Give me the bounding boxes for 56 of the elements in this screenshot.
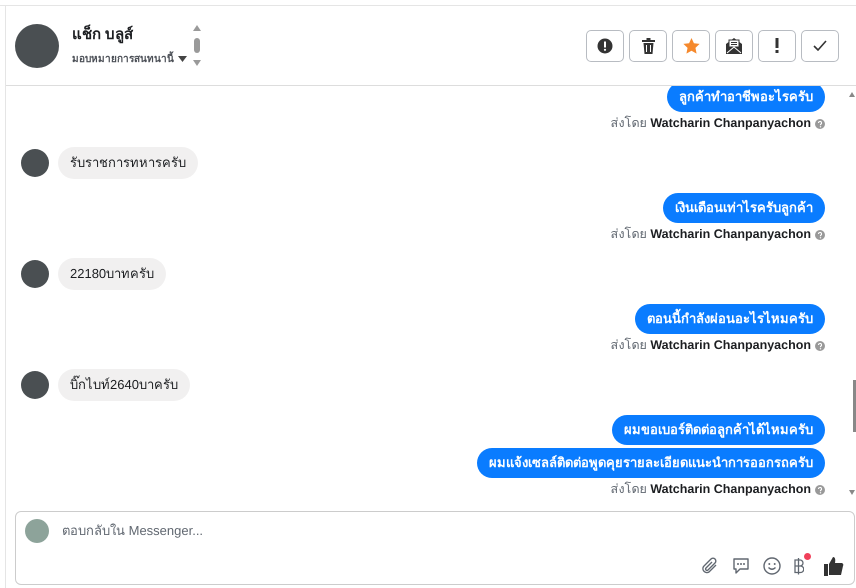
help-icon (815, 118, 825, 128)
emoji-button[interactable] (763, 557, 781, 575)
page-avatar (25, 519, 49, 543)
contact-name: แช็ก บลูส์ (72, 24, 134, 44)
contact-avatar (21, 149, 49, 177)
sender-attribution-label: ส่งโดย (610, 115, 646, 132)
sent-message: ลูกค้าทำอาชีพอะไรครับ (667, 86, 825, 112)
scrollbar-thumb[interactable] (853, 380, 856, 432)
important-button[interactable] (758, 30, 796, 62)
exclamation-icon (775, 38, 779, 53)
reply-input[interactable]: ตอบกลับใน Messenger... (62, 521, 662, 540)
sent-message: ตอนนี้กำลังผ่อนอะไรไหมครับ (635, 304, 825, 334)
received-message: 22180บาทครับ (58, 258, 166, 290)
sender-attribution-label: ส่งโดย (610, 226, 646, 243)
checkmark-icon (813, 40, 827, 51)
sent-message: ผมขอเบอร์ติดต่อลูกค้าได้ไหมครับ (612, 415, 825, 445)
baht-sign-icon (794, 557, 804, 575)
saved-reply-button[interactable] (732, 557, 750, 575)
star-button[interactable] (672, 30, 710, 62)
paperclip-icon (701, 557, 719, 575)
caret-icon (178, 56, 187, 62)
scroll-up-icon[interactable] (849, 92, 855, 97)
sent-message: ผมแจ้งเซลล์ติดต่อพูดคุยรายละเอียดแนะนำการออกรถครับ (477, 448, 825, 478)
received-message: รับราชการทหารครับ (58, 147, 198, 179)
help-icon (815, 484, 825, 494)
sender-name: Watcharin Chanpanyachon (650, 481, 811, 498)
star-icon (682, 38, 700, 54)
attach-button[interactable] (701, 557, 719, 575)
assign-dropdown[interactable]: มอบหมายการสนทนานี้ (72, 52, 187, 66)
scroll-down-icon[interactable] (849, 490, 855, 495)
trash-button[interactable] (629, 30, 667, 62)
alert-button[interactable] (586, 30, 624, 62)
sender-attribution-label: ส่งโดย (610, 481, 646, 498)
alert-icon (597, 38, 613, 54)
sender-name: Watcharin Chanpanyachon (650, 226, 811, 243)
help-icon (815, 340, 825, 350)
received-message: บิ๊กไบท์2640บาครับ (58, 369, 190, 401)
sender-name: Watcharin Chanpanyachon (650, 337, 811, 354)
open-envelope-icon (726, 37, 742, 54)
scroll-arrows-icon[interactable] (191, 24, 203, 68)
sent-message: เงินเดือนเท่าไรครับลูกค้า (663, 193, 825, 223)
contact-avatar (21, 371, 49, 399)
payment-button[interactable] (794, 553, 811, 575)
reply-box[interactable]: ตอบกลับใน Messenger... (15, 511, 855, 585)
help-icon (815, 230, 825, 240)
like-button[interactable] (824, 556, 844, 576)
speech-bubble-icon (732, 557, 750, 575)
sender-attribution-label: ส่งโดย (610, 337, 646, 354)
trash-icon (642, 38, 654, 54)
done-button[interactable] (801, 30, 839, 62)
contact-avatar (15, 24, 59, 68)
sender-name: Watcharin Chanpanyachon (650, 115, 811, 132)
mail-button[interactable] (715, 30, 753, 62)
thumbs-up-icon (824, 556, 844, 576)
smiley-icon (763, 557, 781, 575)
contact-avatar (21, 260, 49, 288)
